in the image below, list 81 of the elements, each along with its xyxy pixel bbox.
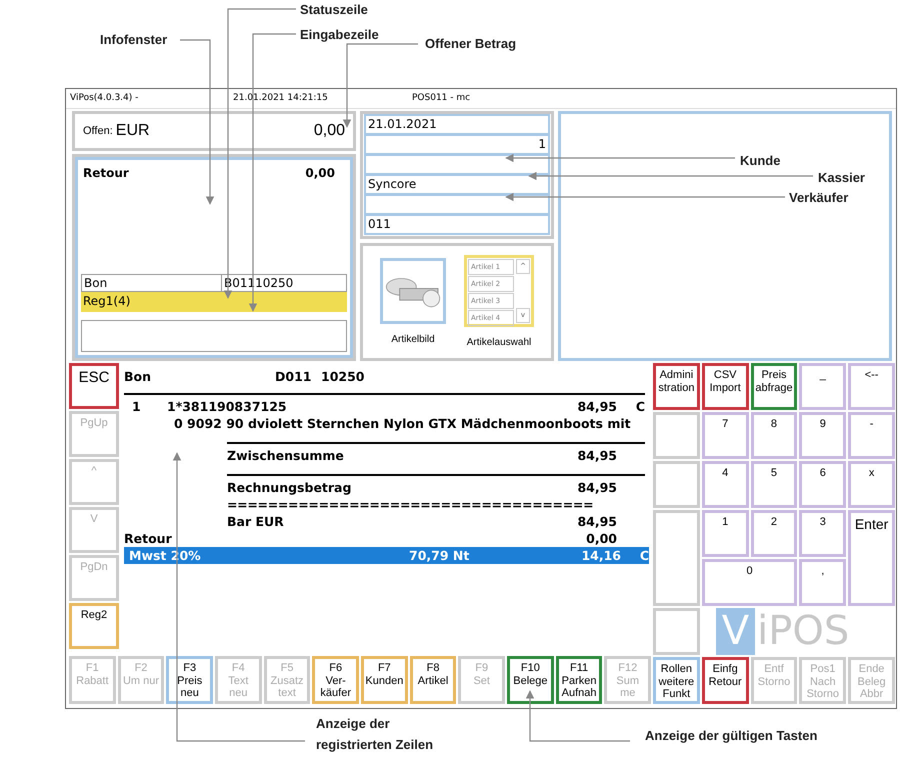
total-label: Rechnungsbetrag — [227, 480, 352, 495]
info-field: 21.01.2021 — [364, 114, 550, 135]
receipt-id: 10250 — [321, 369, 364, 386]
function-key[interactable]: F7 Kunden — [361, 656, 408, 704]
receipt-label: Bon — [124, 369, 152, 386]
open-label: Offen: — [83, 124, 113, 137]
keypad-key[interactable]: CSV Import — [702, 363, 749, 410]
amount-text: 84,95 — [576, 399, 617, 414]
callout-label: Kunde — [740, 152, 780, 170]
article-description: 0 9092 90 dviolett Sternchen Nylon GTX Mädchenmoonboots mit — [174, 416, 631, 431]
keypad-key[interactable]: <-- — [848, 363, 895, 410]
tax-code-text: C — [634, 399, 645, 414]
callout-label: Statuszeile — [300, 1, 368, 19]
app-title: ViPos(4.0.3.4) - — [70, 93, 140, 104]
net-amount: 70,79 Nt — [409, 548, 470, 563]
keypad-key[interactable]: 5 — [750, 461, 798, 508]
keypad-key[interactable]: 6 — [799, 461, 846, 508]
amount-text: 0,00 — [585, 531, 617, 546]
total-label: Zwischensumme — [227, 448, 345, 463]
amount-text: 84,95 — [576, 480, 617, 495]
keypad-key[interactable]: Enter — [848, 510, 895, 606]
function-key[interactable]: F10 Belege — [507, 656, 554, 704]
keypad-key[interactable]: - — [848, 412, 895, 459]
info-title: Retour — [83, 166, 129, 180]
blank-key[interactable] — [653, 412, 700, 459]
blank-key[interactable] — [653, 510, 700, 606]
total-label: Bar EUR — [227, 514, 285, 529]
photo-placeholder[interactable] — [380, 258, 446, 324]
total-label: Retour — [124, 531, 173, 546]
callout-label: Offener Betrag — [425, 35, 516, 53]
function-key[interactable]: F3 Preis neu — [166, 656, 214, 704]
status-datetime: 21.01.2021 14:21:15 — [233, 93, 329, 104]
keypad-key[interactable]: Preis abfrage — [750, 363, 798, 410]
info-field: 011 — [364, 214, 550, 235]
receipt-number: D011 — [275, 369, 312, 386]
callout-label: Anzeige der registrierten Zeilen — [316, 715, 434, 754]
keypad-key[interactable]: Admini stration — [653, 363, 700, 410]
station-label: POS011 - mc — [412, 93, 470, 104]
keypad-key[interactable]: 0 — [702, 559, 798, 606]
keypad-key[interactable]: 8 — [750, 412, 798, 459]
keypad-key[interactable]: 9 — [799, 412, 846, 459]
logo-mark: V — [716, 608, 756, 655]
callout-label: Kassier — [818, 169, 865, 187]
keypad-key[interactable]: 1 — [702, 510, 749, 557]
function-key[interactable]: F8 Artikel — [410, 656, 456, 704]
callout-label: Verkäufer — [789, 189, 848, 207]
table-cell: Bon — [82, 275, 222, 291]
currency-text: EUR — [116, 122, 151, 140]
callout-label: Infofenster — [100, 31, 168, 49]
position-number: 1 — [131, 399, 142, 414]
callout-label: Anzeige der gültigen Tasten — [645, 727, 818, 745]
article-code: 1*381190837125 — [167, 399, 288, 414]
function-key[interactable]: F11 Parken Aufnah — [556, 656, 602, 704]
callout-label: Eingabezeile — [300, 26, 379, 44]
keypad-key[interactable]: 4 — [702, 461, 749, 508]
keypad-key[interactable]: 7 — [702, 412, 749, 459]
info-field: 1 — [364, 134, 550, 155]
tax-amount: 14,16 — [580, 548, 621, 563]
keypad-key[interactable]: , — [799, 559, 846, 606]
keypad-key[interactable]: _ — [799, 363, 846, 410]
table-cell-text: B01110250 — [223, 275, 294, 291]
info-field: Syncore — [364, 174, 550, 195]
blank-key[interactable] — [653, 608, 700, 655]
keypad-key[interactable]: 2 — [750, 510, 798, 557]
amount-text: 84,95 — [576, 448, 617, 463]
keypad-key[interactable]: Rollen weitere Funkt — [653, 657, 700, 704]
side-key[interactable]: ESC — [69, 363, 119, 409]
caption: Artikelbild — [391, 334, 435, 346]
keypad-key[interactable]: x — [848, 461, 895, 508]
caption: Artikelauswahl — [466, 337, 532, 348]
keypad-key[interactable]: Einfg Retour — [702, 657, 749, 704]
side-key[interactable]: Reg2 — [69, 603, 119, 649]
blank-key[interactable] — [653, 461, 700, 508]
amount-text: 84,95 — [576, 514, 617, 529]
keypad-key[interactable]: 3 — [799, 510, 846, 557]
double-rule-text: ==================================== — [227, 497, 594, 512]
info-amount: 0,00 — [305, 166, 335, 180]
function-key[interactable]: F6 Ver- käufer — [312, 656, 360, 704]
amount-text: 0,00 — [314, 122, 345, 140]
input-field[interactable] — [81, 320, 347, 352]
tax-code-text: C — [638, 548, 649, 563]
